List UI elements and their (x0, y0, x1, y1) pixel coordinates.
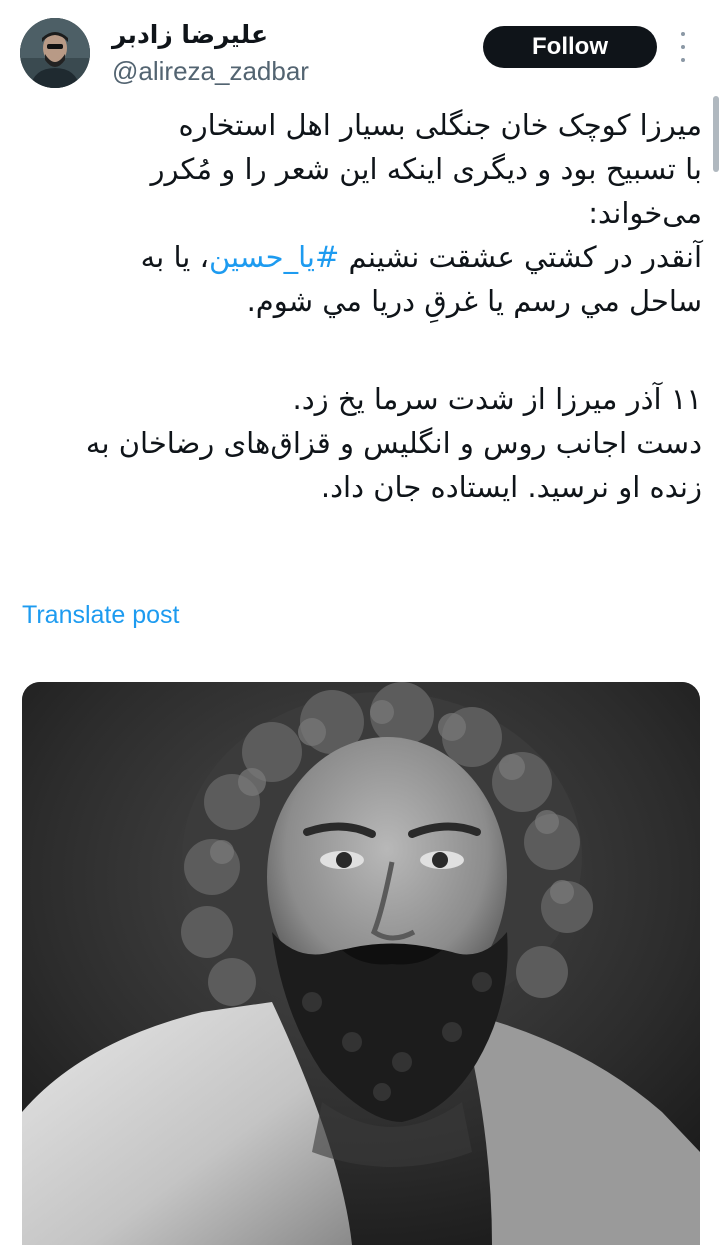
tweet-line: زنده او نرسید. ایستاده جان داد. (320, 470, 702, 504)
tweet-line: ساحل مي رسم يا غرقِ دريا مي شوم. (246, 284, 702, 318)
more-dot (681, 58, 685, 62)
tweet-text: میرزا کوچک خان جنگلی بسیار اهل استخاره ب… (18, 103, 702, 509)
scrollbar[interactable] (713, 96, 719, 172)
tweet-text-segment: ، یا به (140, 240, 209, 274)
tweet-line: میرزا کوچک خان جنگلی بسیار اهل استخاره (178, 108, 702, 142)
hashtag-link[interactable]: #يا_حسين (209, 240, 339, 274)
tweet-line: دست اجانب روس و انگلیس و قزاق‌های رضاخان… (85, 426, 702, 460)
portrait-photo (22, 682, 700, 1245)
tweet-line: با تسبیح بود و دیگری اینکه این شعر را و … (150, 152, 702, 186)
avatar[interactable] (20, 18, 90, 88)
author-display-name[interactable]: علیرضا زادبر (112, 20, 268, 49)
follow-button[interactable]: Follow (483, 26, 657, 68)
more-dot (681, 45, 685, 49)
tweet-media-photo[interactable] (22, 682, 700, 1245)
tweet-line-with-hashtag: آنقدر در کشتي عشقت نشينم #يا_حسين، یا به (18, 235, 702, 279)
avatar-image (20, 18, 90, 88)
more-dot (681, 32, 685, 36)
more-vertical-icon[interactable] (676, 32, 690, 62)
tweet-line: می‌خواند: (588, 196, 702, 230)
tweet-page: علیرضا زادبر @alireza_zadbar Follow میرز… (0, 0, 720, 1245)
tweet-line: ۱۱ آذر میرزا از شدت سرما یخ زد. (292, 382, 703, 416)
translate-post-link[interactable]: Translate post (22, 601, 179, 630)
tweet-text-segment: آنقدر در کشتي عشقت نشينم (339, 240, 703, 274)
author-handle[interactable]: @alireza_zadbar (112, 56, 309, 87)
